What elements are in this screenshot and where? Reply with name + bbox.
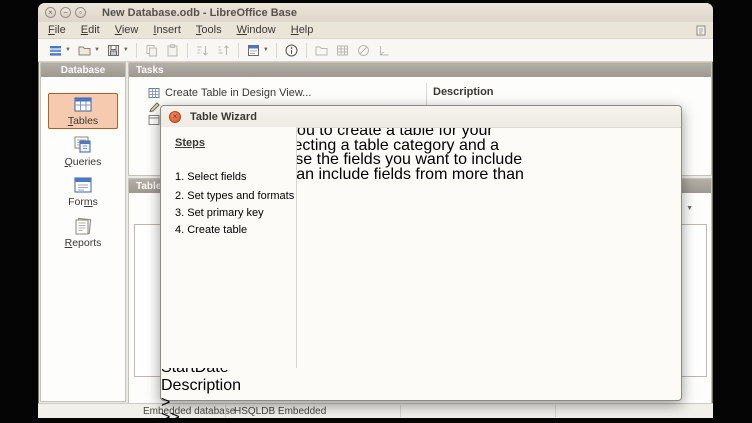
- menu-file[interactable]: File: [48, 24, 66, 36]
- chevron-down-icon: ▼: [123, 47, 129, 53]
- chevron-down-icon[interactable]: ▼: [686, 205, 693, 212]
- copy-button[interactable]: [141, 41, 162, 59]
- desktop-background: × − ▫ New Database.odb - LibreOffice Bas…: [0, 0, 752, 423]
- task-create-view[interactable]: [148, 114, 160, 126]
- maximize-window-icon[interactable]: ▫: [75, 7, 86, 18]
- move-right-button[interactable]: >: [161, 394, 183, 409]
- paste-button[interactable]: [162, 41, 183, 59]
- tasks-pane-header: Tasks: [129, 63, 711, 77]
- disabled-circle-icon: [356, 43, 371, 58]
- sort-ascending-icon: [195, 43, 210, 58]
- menu-edit[interactable]: Edit: [81, 24, 100, 36]
- list-item[interactable]: Description: [161, 377, 308, 395]
- toolbar: ▼ ▼ ▼: [38, 39, 713, 62]
- toolbar-separator: [238, 43, 239, 58]
- save-button[interactable]: ▼: [103, 41, 132, 59]
- menu-tools[interactable]: Tools: [196, 24, 222, 36]
- open-folder-icon: [77, 43, 92, 58]
- open-database-object-button[interactable]: [311, 41, 332, 59]
- form-button[interactable]: ▼: [243, 41, 272, 59]
- menu-insert[interactable]: Insert: [153, 24, 181, 36]
- task-use-wizard[interactable]: [148, 101, 160, 113]
- chevron-down-icon: ▼: [263, 47, 269, 53]
- chevron-down-icon: ▼: [94, 47, 100, 53]
- queries-icon: [72, 135, 94, 155]
- help-about-button[interactable]: [281, 41, 302, 59]
- no-object-button[interactable]: [353, 41, 374, 59]
- form-icon: [246, 43, 261, 58]
- move-all-right-button[interactable]: >>: [161, 409, 183, 423]
- sort-descending-icon: [216, 43, 231, 58]
- sort-descending-button[interactable]: [213, 41, 234, 59]
- sidebar-item-label: Forms: [68, 196, 98, 208]
- step-create-table[interactable]: 4. Create table: [175, 224, 247, 236]
- reports-icon: [72, 217, 94, 236]
- window-titlebar: × − ▫ New Database.odb - LibreOffice Bas…: [38, 3, 713, 23]
- close-dialog-icon[interactable]: ×: [169, 111, 181, 123]
- table-object-button[interactable]: [332, 41, 353, 59]
- sidebar-item-reports[interactable]: Reports: [41, 217, 125, 249]
- table-wizard-dialog: × Table Wizard Steps 1. Select fields 2.…: [160, 105, 682, 401]
- menu-window[interactable]: Window: [237, 24, 276, 36]
- info-icon: [284, 43, 299, 58]
- forms-icon: [72, 176, 94, 195]
- sidebar-item-label: Tables: [68, 115, 98, 127]
- sidebar-item-queries[interactable]: Queries: [41, 135, 125, 168]
- sidebar-item-forms[interactable]: Forms: [41, 176, 125, 208]
- step-set-primary-key[interactable]: 3. Set primary key: [175, 207, 264, 219]
- sort-ascending-button[interactable]: [192, 41, 213, 59]
- pencil-icon: [148, 101, 160, 113]
- minimize-window-icon[interactable]: −: [60, 7, 71, 18]
- new-database-icon: [48, 43, 63, 58]
- dialog-title: Table Wizard: [190, 111, 257, 123]
- relation-button[interactable]: [374, 41, 395, 59]
- toolbar-separator: [306, 43, 307, 58]
- sidebar-item-tables[interactable]: Tables: [41, 96, 125, 127]
- copy-icon: [144, 43, 159, 58]
- new-database-button[interactable]: ▼: [45, 41, 74, 59]
- libreoffice-base-window: × − ▫ New Database.odb - LibreOffice Bas…: [38, 3, 713, 418]
- description-header: Description: [433, 86, 494, 98]
- chevron-down-icon: ▼: [65, 47, 71, 53]
- task-label: Create Table in Design View...: [165, 87, 311, 99]
- open-document-button[interactable]: ▼: [74, 41, 103, 59]
- step-select-fields[interactable]: 1. Select fields: [175, 171, 247, 183]
- toolbar-separator: [136, 43, 137, 58]
- steps-title: Steps: [175, 137, 205, 149]
- step-set-types[interactable]: 2. Set types and formats: [175, 190, 294, 202]
- folder-icon: [314, 43, 329, 58]
- menu-view[interactable]: View: [115, 24, 139, 36]
- menu-help[interactable]: Help: [291, 24, 314, 36]
- view-icon: [148, 114, 160, 126]
- window-controls: × − ▫: [45, 7, 86, 18]
- window-title: New Database.odb - LibreOffice Base: [102, 7, 297, 19]
- steps-pane: Steps 1. Select fields 2. Set types and …: [161, 127, 297, 368]
- paste-icon: [165, 43, 180, 58]
- tables-icon: [72, 96, 94, 114]
- table-grid-icon: [335, 43, 350, 58]
- task-create-table-design-view[interactable]: Create Table in Design View...: [148, 87, 311, 99]
- dialog-titlebar: × Table Wizard: [161, 106, 681, 128]
- sidebar-item-label: Queries: [65, 156, 102, 168]
- relation-icon: [377, 43, 392, 58]
- database-pane-header: Database: [41, 63, 125, 77]
- table-grid-icon: [148, 87, 160, 99]
- toolbar-separator: [187, 43, 188, 58]
- toolbar-separator: [276, 43, 277, 58]
- save-icon: [106, 43, 121, 58]
- close-window-icon[interactable]: ×: [45, 7, 56, 18]
- menubar: File Edit View Insert Tools Window Help: [38, 22, 713, 39]
- document-icon: [696, 25, 706, 39]
- sidebar-item-label: Reports: [65, 237, 102, 249]
- database-pane: Database Tables Queries Forms Reports: [40, 62, 126, 402]
